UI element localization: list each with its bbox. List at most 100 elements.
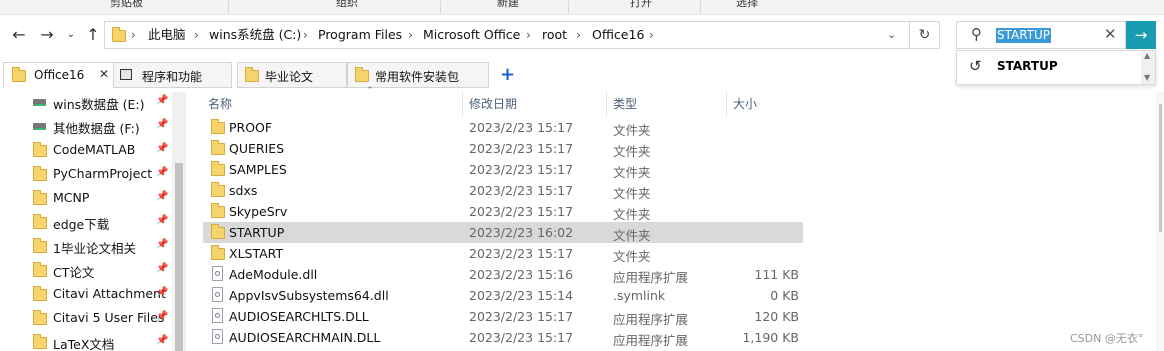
file-row[interactable]: SAMPLES 2023/2/23 15:17 文件夹 [203, 159, 803, 180]
nav-item-thesis-related[interactable]: 1毕业论文相关 📌 [0, 234, 172, 258]
tab-software-packages[interactable]: 常用软件安装包 [347, 62, 489, 88]
tab-thesis[interactable]: 毕业论文 [237, 62, 347, 88]
file-date: 2023/2/23 15:17 [469, 330, 574, 345]
up-arrow-icon[interactable]: ↑ [82, 24, 104, 46]
column-divider[interactable] [462, 91, 463, 117]
nav-item-drive-f[interactable]: 其他数据盘 (F:) 📌 [0, 114, 172, 138]
dll-file-icon [212, 287, 223, 302]
file-row[interactable]: XLSTART 2023/2/23 15:17 文件夹 [203, 243, 803, 264]
watermark: CSDN @无衣° [1070, 332, 1144, 345]
pin-icon[interactable]: 📌 [156, 191, 168, 202]
scroll-down-icon[interactable]: ▼ [1144, 73, 1150, 82]
pin-icon[interactable]: 📌 [156, 143, 168, 154]
file-row[interactable]: QUERIES 2023/2/23 15:17 文件夹 [203, 138, 803, 159]
breadcrumb-separator-icon[interactable]: › [194, 22, 199, 48]
column-divider[interactable] [606, 91, 607, 117]
tab-office16[interactable]: Office16 ✕ [3, 62, 116, 88]
ribbon-label-clipboard: 剪贴板 [110, 0, 143, 9]
file-date: 2023/2/23 16:02 [469, 225, 574, 240]
nav-item-ct-papers[interactable]: CT论文 📌 [0, 258, 172, 282]
pin-icon[interactable]: 📌 [156, 287, 168, 298]
file-row[interactable]: PROOF 2023/2/23 15:17 文件夹 [203, 117, 803, 138]
file-row[interactable]: AdeModule.dll 2023/2/23 15:16 应用程序扩展 111… [203, 264, 803, 285]
folder-icon [33, 334, 47, 349]
folder-icon [211, 161, 225, 176]
breadcrumb-root[interactable]: root [542, 22, 567, 48]
pin-icon[interactable]: 📌 [156, 215, 168, 226]
folder-icon [211, 119, 225, 134]
column-header-type[interactable]: 类型 [613, 95, 637, 112]
breadcrumb-separator-icon[interactable]: › [576, 22, 581, 48]
sort-ascending-icon: ⌃ [366, 86, 374, 96]
pin-icon[interactable]: 📌 [156, 263, 168, 274]
column-header-size[interactable]: 大小 [733, 95, 757, 112]
nav-item-codematlab[interactable]: CodeMATLAB 📌 [0, 138, 172, 162]
column-header-date[interactable]: 修改日期 [469, 95, 517, 112]
clear-search-icon[interactable]: ✕ [1104, 25, 1117, 43]
nav-item-latex-docs[interactable]: LaTeX文档 📌 [0, 330, 172, 351]
file-row[interactable]: SkypeSrv 2023/2/23 15:17 文件夹 [203, 201, 803, 222]
refresh-icon[interactable]: ↻ [910, 21, 940, 49]
pin-icon[interactable]: 📌 [156, 335, 168, 346]
breadcrumb-separator-icon[interactable]: › [408, 22, 413, 48]
search-input[interactable]: ⚲ STARTUP ✕ [956, 21, 1126, 49]
nav-item-pycharmproject[interactable]: PyCharmProject 📌 [0, 162, 172, 186]
ribbon-label-new: 新建 [497, 0, 519, 9]
breadcrumb-this-pc[interactable]: 此电脑 [148, 22, 186, 48]
nav-item-drive-e[interactable]: wins数据盘 (E:) 📌 [0, 90, 172, 114]
address-bar[interactable]: › 此电脑 › wins系统盘 (C:) › Program Files › M… [104, 21, 910, 49]
nav-item-mcnp[interactable]: MCNP 📌 [0, 186, 172, 210]
pin-icon[interactable]: 📌 [156, 95, 168, 106]
recent-locations-chevron-icon[interactable]: ⌄ [60, 24, 82, 46]
column-header-name[interactable]: 名称 [208, 95, 232, 112]
pin-icon[interactable]: 📌 [156, 311, 168, 322]
file-type: 文件夹 [613, 186, 651, 201]
forward-arrow-icon[interactable]: → [36, 24, 58, 46]
close-tab-icon[interactable]: ✕ [99, 67, 109, 81]
folder-icon [355, 67, 369, 82]
suggestion-scrollbar[interactable]: ▲ ▼ [1141, 51, 1155, 84]
ribbon-divider [568, 0, 569, 13]
breadcrumb-microsoft-office[interactable]: Microsoft Office [423, 22, 520, 48]
file-type: .symlink [613, 288, 666, 303]
search-submit-arrow-icon[interactable]: → [1126, 21, 1156, 49]
file-list-scrollbar-thumb[interactable] [1159, 104, 1162, 232]
nav-item-label: MCNP [53, 190, 90, 205]
file-row[interactable]: AUDIOSEARCHMAIN.DLL 2023/2/23 15:17 应用程序… [203, 327, 803, 348]
breadcrumb-separator-icon[interactable]: › [526, 22, 531, 48]
drive-icon [33, 99, 46, 106]
file-type: 文件夹 [613, 165, 651, 180]
new-tab-plus-icon[interactable]: + [500, 64, 515, 85]
file-size: 0 KB [770, 288, 799, 303]
file-row[interactable]: AUDIOSEARCHLTS.DLL 2023/2/23 15:17 应用程序扩… [203, 306, 803, 327]
file-row-selected[interactable]: STARTUP 2023/2/23 16:02 文件夹 [203, 222, 803, 243]
breadcrumb-program-files[interactable]: Program Files [318, 22, 402, 48]
pin-icon[interactable]: 📌 [156, 239, 168, 250]
back-arrow-icon[interactable]: ← [8, 24, 30, 46]
address-history-chevron-icon[interactable]: ⌄ [887, 22, 896, 48]
nav-item-label: 1毕业论文相关 [53, 241, 136, 256]
file-row[interactable]: sdxs 2023/2/23 15:17 文件夹 [203, 180, 803, 201]
file-row[interactable]: AppvIsvSubsystems64.dll 2023/2/23 15:14 … [203, 285, 803, 306]
ribbon-group-labels: 剪贴板 组织 新建 打开 选择 [0, 0, 1164, 15]
pin-icon[interactable]: 📌 [156, 119, 168, 130]
folder-icon [211, 245, 225, 260]
breadcrumb-separator-icon[interactable]: › [131, 22, 136, 48]
nav-item-label: PyCharmProject [53, 166, 153, 181]
breadcrumb-c-drive[interactable]: wins系统盘 (C:) [209, 22, 301, 48]
column-divider[interactable] [726, 91, 727, 117]
nav-item-citavi-user-files[interactable]: Citavi 5 User Files 📌 [0, 306, 172, 330]
breadcrumb-separator-icon[interactable]: › [649, 22, 654, 48]
file-type: 文件夹 [613, 207, 651, 222]
navigation-scrollbar-thumb[interactable] [175, 163, 183, 351]
scroll-up-icon[interactable]: ▲ [1144, 51, 1150, 60]
tab-programs-features[interactable]: 程序和功能 [113, 62, 232, 88]
ribbon-label-organize: 组织 [336, 0, 358, 9]
breadcrumb-office16[interactable]: Office16 [592, 22, 644, 48]
search-suggestion-item[interactable]: STARTUP [997, 59, 1058, 73]
nav-item-edge-downloads[interactable]: edge下载 📌 [0, 210, 172, 234]
file-size: 120 KB [754, 309, 799, 324]
breadcrumb-separator-icon[interactable]: › [303, 22, 308, 48]
pin-icon[interactable]: 📌 [156, 167, 168, 178]
nav-item-citavi-attachment[interactable]: Citavi Attachment 📌 [0, 282, 172, 306]
